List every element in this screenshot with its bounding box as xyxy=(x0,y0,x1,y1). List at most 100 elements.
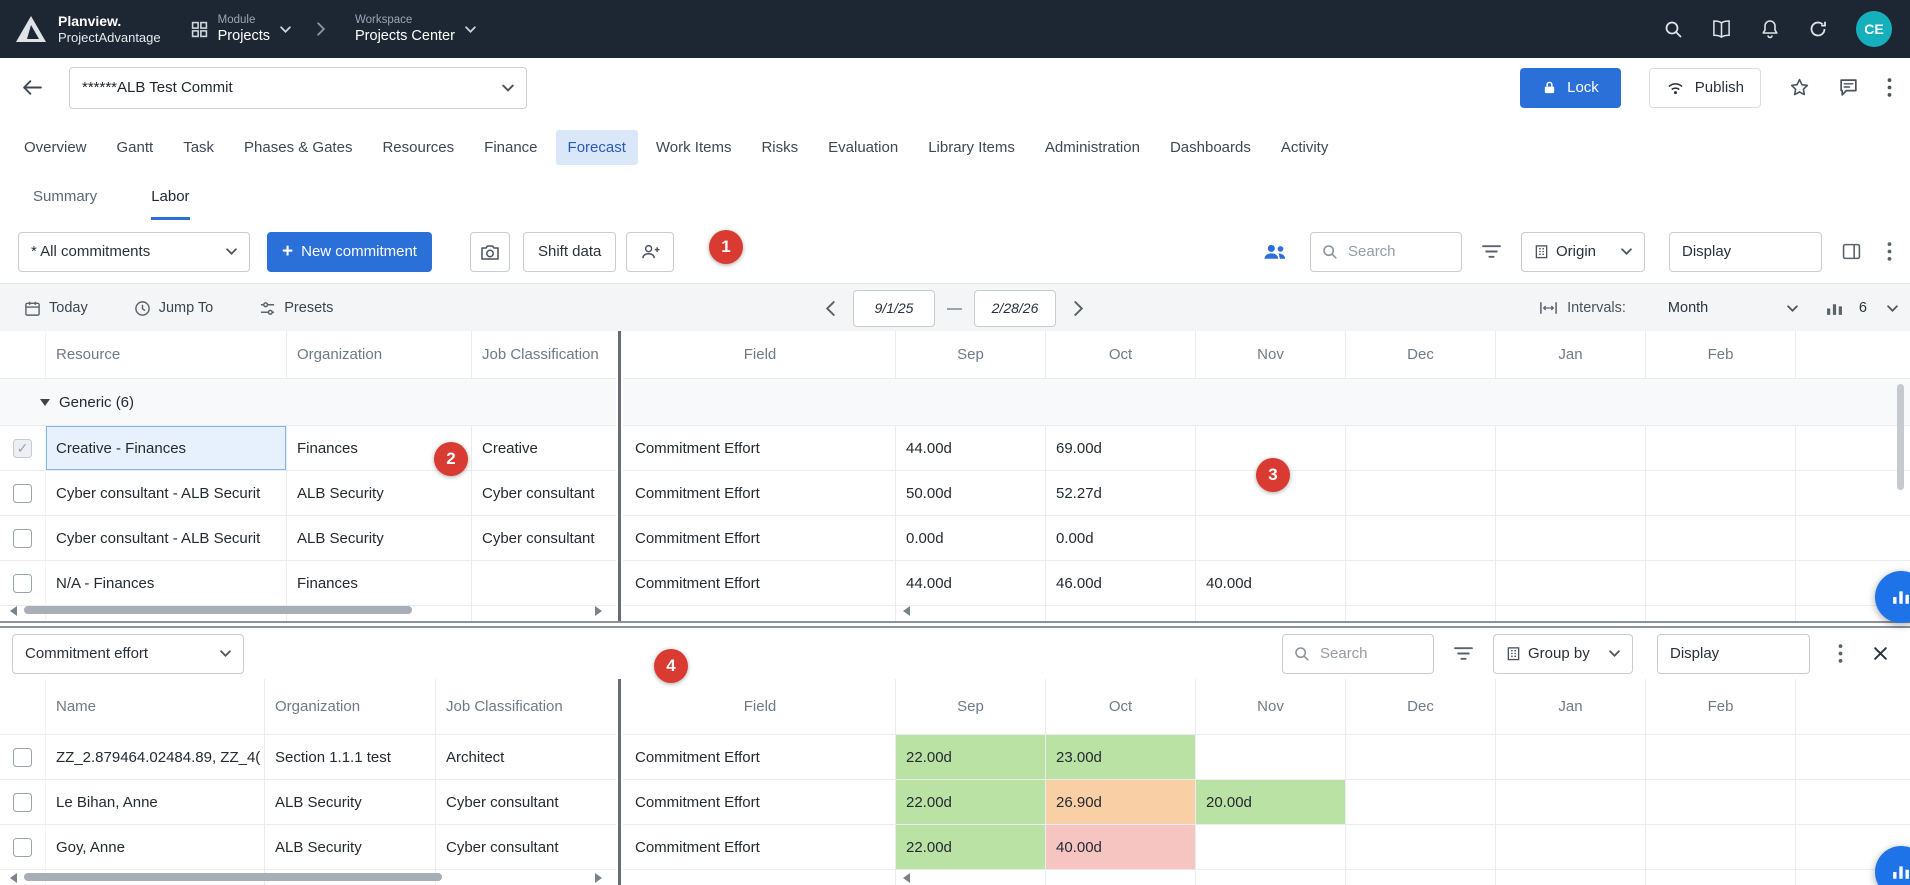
month-value-cell[interactable]: 23.00d xyxy=(1046,735,1196,779)
month-value-cell[interactable] xyxy=(1646,561,1796,605)
favorite-star-icon[interactable] xyxy=(1789,77,1810,98)
capacity-search-box[interactable] xyxy=(1282,634,1434,674)
resource-name-cell[interactable]: Creative - Finances xyxy=(46,426,287,470)
row-checkbox[interactable] xyxy=(13,484,32,503)
col-header-field[interactable]: Field xyxy=(623,331,896,378)
tab-overview[interactable]: Overview xyxy=(12,130,99,165)
scroll-left-arrow[interactable] xyxy=(10,606,17,616)
month-value-cell[interactable]: 26.90d xyxy=(1046,780,1196,824)
tab-work-items[interactable]: Work Items xyxy=(644,130,744,165)
month-value-cell[interactable] xyxy=(1496,735,1646,779)
col-header-job-classification[interactable]: Job Classification xyxy=(472,331,616,378)
side-panel-toggle-icon[interactable] xyxy=(1842,243,1861,260)
row-checkbox[interactable] xyxy=(13,838,32,857)
table-row[interactable]: Le Bihan, AnneALB SecurityCyber consulta… xyxy=(0,780,1910,825)
organization-cell[interactable]: ALB Security xyxy=(265,780,436,824)
month-value-cell[interactable] xyxy=(1496,426,1646,470)
month-value-cell[interactable] xyxy=(1346,870,1496,885)
month-value-cell[interactable] xyxy=(1496,870,1646,885)
capacity-display-dropdown[interactable]: Display xyxy=(1657,634,1810,674)
month-value-cell[interactable] xyxy=(1496,825,1646,869)
collapse-triangle-icon[interactable] xyxy=(40,399,50,406)
job-classification-cell[interactable]: Cyber consultant xyxy=(436,780,616,824)
lower-horizontal-scrollbar[interactable] xyxy=(10,871,602,883)
month-value-cell[interactable] xyxy=(1646,606,1796,621)
table-row[interactable]: Cyber consultant - ALB SecuritALB Securi… xyxy=(0,471,1910,516)
subtab-labor[interactable]: Labor xyxy=(151,188,189,220)
table-row[interactable]: ZZ_2.879464.02484.89, ZZ_4(Section 1.1.1… xyxy=(0,735,1910,780)
field-cell[interactable]: Commitment Effort xyxy=(623,606,896,621)
table-row[interactable]: Cyber consultant - ALB SecuritALB Securi… xyxy=(0,516,1910,561)
scroll-left-arrow[interactable] xyxy=(10,873,17,883)
tab-risks[interactable]: Risks xyxy=(749,130,810,165)
range-prev-chevron[interactable] xyxy=(820,300,841,317)
col-header-month[interactable]: Nov xyxy=(1196,679,1346,734)
publish-button[interactable]: Publish xyxy=(1649,68,1761,108)
today-button[interactable]: Today xyxy=(18,299,94,318)
month-value-cell[interactable] xyxy=(1496,516,1646,560)
month-value-cell[interactable] xyxy=(896,870,1046,885)
interval-count-dropdown[interactable]: 6 xyxy=(1859,300,1898,316)
month-value-cell[interactable] xyxy=(1346,606,1496,621)
col-header-month[interactable]: Nov xyxy=(1196,331,1346,378)
row-checkbox[interactable] xyxy=(13,574,32,593)
job-classification-cell[interactable]: Creative xyxy=(472,426,616,470)
month-value-cell[interactable]: 0.00d xyxy=(1046,516,1196,560)
month-value-cell[interactable] xyxy=(1646,780,1796,824)
month-value-cell[interactable]: 22.00d xyxy=(896,735,1046,779)
module-switcher[interactable]: Module Projects xyxy=(191,13,291,46)
tab-finance[interactable]: Finance xyxy=(472,130,549,165)
table-row[interactable]: Goy, AnneALB SecurityCyber consultantCom… xyxy=(0,825,1910,870)
month-value-cell[interactable] xyxy=(1196,606,1346,621)
name-cell[interactable]: ZZ_2.879464.02484.89, ZZ_4( xyxy=(46,735,265,779)
month-value-cell[interactable] xyxy=(1346,780,1496,824)
interval-unit-dropdown[interactable]: Month xyxy=(1668,300,1798,316)
tab-forecast[interactable]: Forecast xyxy=(556,130,638,165)
row-checkbox[interactable] xyxy=(13,748,32,767)
month-value-cell[interactable]: 0.00d xyxy=(896,516,1046,560)
origin-dropdown[interactable]: Origin xyxy=(1521,232,1645,272)
tab-evaluation[interactable]: Evaluation xyxy=(816,130,910,165)
tab-gantt[interactable]: Gantt xyxy=(105,130,166,165)
new-commitment-button[interactable]: + New commitment xyxy=(267,232,432,272)
field-cell[interactable]: Commitment Effort xyxy=(623,870,896,885)
month-value-cell[interactable] xyxy=(1646,870,1796,885)
range-end-input[interactable] xyxy=(974,290,1056,327)
month-value-cell[interactable] xyxy=(1196,870,1346,885)
month-value-cell[interactable] xyxy=(1196,516,1346,560)
month-value-cell[interactable]: 50.00d xyxy=(896,471,1046,515)
job-classification-cell[interactable] xyxy=(472,561,616,605)
tab-administration[interactable]: Administration xyxy=(1033,130,1152,165)
group-by-dropdown[interactable]: Group by xyxy=(1493,634,1633,674)
horizontal-pane-splitter[interactable] xyxy=(0,621,1910,628)
field-cell[interactable]: Commitment Effort xyxy=(623,561,896,605)
tab-library-items[interactable]: Library Items xyxy=(916,130,1027,165)
month-value-cell[interactable]: 44.00d xyxy=(896,561,1046,605)
col-header-month[interactable]: Dec xyxy=(1346,679,1496,734)
assign-resource-button[interactable] xyxy=(626,232,674,272)
month-value-cell[interactable]: 40.00d xyxy=(1196,561,1346,605)
col-header-month[interactable]: Feb xyxy=(1646,679,1796,734)
month-value-cell[interactable] xyxy=(1346,516,1496,560)
group-row-generic[interactable]: Generic (6) xyxy=(0,379,1910,426)
col-header-organization[interactable]: Organization xyxy=(287,331,472,378)
library-book-icon[interactable] xyxy=(1711,20,1732,39)
tab-activity[interactable]: Activity xyxy=(1269,130,1341,165)
col-header-job-classification[interactable]: Job Classification xyxy=(436,679,616,734)
field-cell[interactable]: Commitment Effort xyxy=(623,471,896,515)
scrollbar-thumb[interactable] xyxy=(24,873,442,881)
commitments-filter-dropdown[interactable]: * All commitments xyxy=(18,232,250,272)
search-input[interactable] xyxy=(1346,242,1451,261)
month-value-cell[interactable] xyxy=(1646,735,1796,779)
capacity-search-input[interactable] xyxy=(1318,644,1423,663)
organization-cell[interactable]: ALB Security xyxy=(287,471,472,515)
table-row[interactable]: ✓Creative - FinancesFinancesCreativeComm… xyxy=(0,426,1910,471)
col-header-month[interactable]: Sep xyxy=(896,679,1046,734)
scroll-right-arrow[interactable] xyxy=(595,606,602,616)
col-header-month[interactable]: Oct xyxy=(1046,331,1196,378)
lock-button[interactable]: Lock xyxy=(1520,68,1621,108)
field-cell[interactable]: Commitment Effort xyxy=(623,825,896,869)
organization-cell[interactable]: ALB Security xyxy=(265,825,436,869)
project-title-dropdown[interactable]: ******ALB Test Commit xyxy=(69,67,527,109)
month-value-cell[interactable] xyxy=(1046,870,1196,885)
